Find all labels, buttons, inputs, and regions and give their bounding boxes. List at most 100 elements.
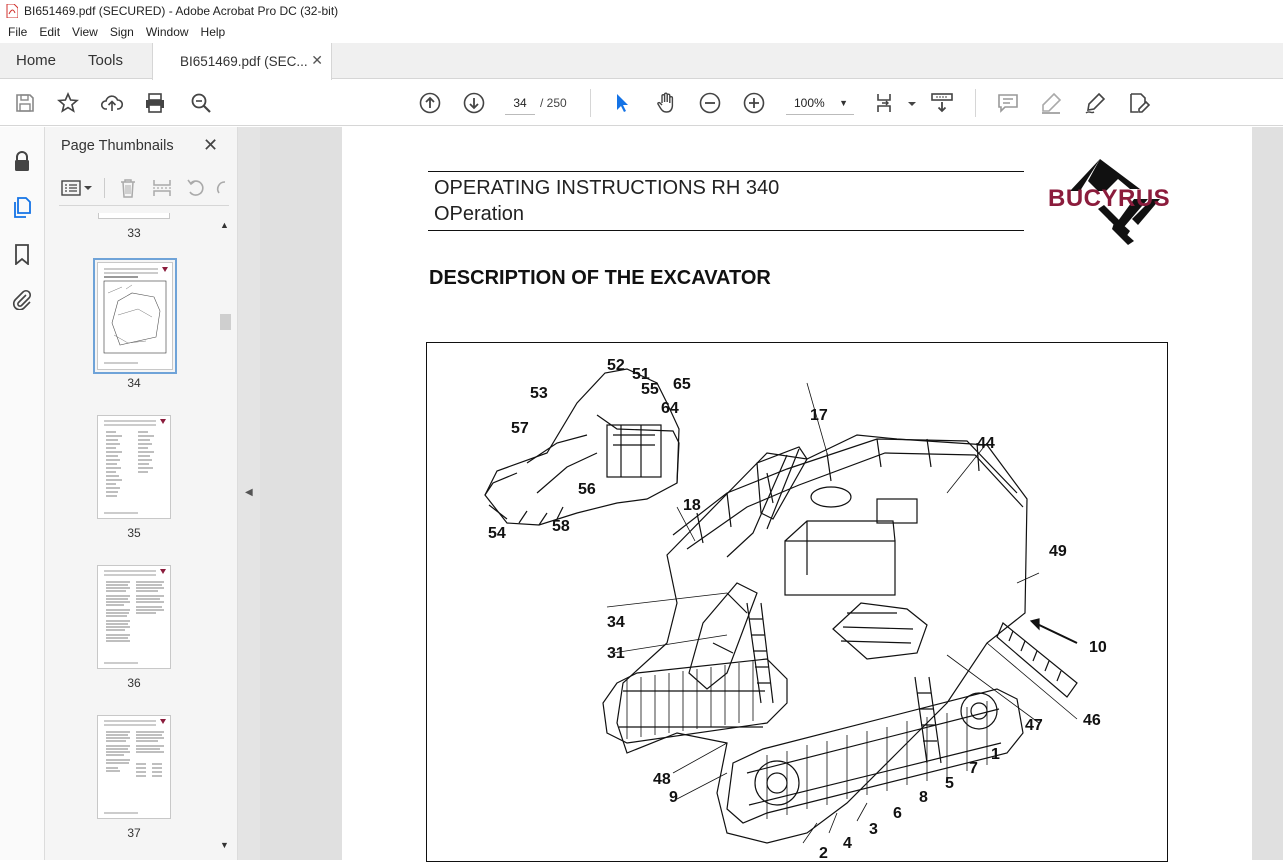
collapse-left-icon[interactable]: ◀ bbox=[245, 487, 253, 498]
callout-6: 6 bbox=[893, 805, 902, 822]
page-fit-dropdown-icon[interactable] bbox=[900, 91, 916, 115]
save-icon[interactable] bbox=[13, 91, 37, 115]
callout-47: 47 bbox=[1025, 717, 1043, 734]
thumbnail-page-36[interactable] bbox=[97, 565, 171, 669]
edit-pdf-icon[interactable] bbox=[1127, 91, 1151, 115]
scroll-mode-icon[interactable] bbox=[930, 91, 954, 115]
thumbnail-label-35: 35 bbox=[127, 526, 141, 540]
select-cursor-icon[interactable] bbox=[610, 91, 634, 115]
pdf-page: OPERATING INSTRUCTIONS RH 340 OPeration … bbox=[342, 127, 1252, 862]
hand-tool-icon[interactable] bbox=[654, 91, 678, 115]
thumbnail-label-37: 37 bbox=[127, 826, 141, 840]
star-icon[interactable] bbox=[56, 91, 80, 115]
thumbnail-label-34: 34 bbox=[127, 376, 141, 390]
callout-56: 56 bbox=[578, 481, 596, 498]
page-fit-icon[interactable] bbox=[874, 91, 898, 115]
header-rule-bottom bbox=[428, 230, 1024, 231]
callout-55: 55 bbox=[641, 381, 659, 398]
comment-icon[interactable] bbox=[996, 91, 1020, 115]
thumbnail-page-37[interactable] bbox=[97, 715, 171, 819]
zoom-search-icon[interactable] bbox=[189, 91, 213, 115]
close-tab-icon[interactable]: ✕ bbox=[311, 52, 323, 69]
scrollbar-thumb[interactable] bbox=[220, 314, 231, 330]
options-menu-icon[interactable] bbox=[61, 177, 83, 199]
thumbnail-preview-35 bbox=[104, 419, 166, 514]
options-dropdown-icon[interactable] bbox=[83, 177, 93, 199]
callout-7: 7 bbox=[969, 760, 978, 777]
bucyrus-logo: BUCYRUS bbox=[1048, 159, 1192, 247]
total-pages: / 250 bbox=[540, 96, 567, 110]
thumbnail-label-33: 33 bbox=[127, 226, 141, 240]
tab-document[interactable]: BI651469.pdf (SEC... ✕ bbox=[152, 43, 332, 80]
header-rule-top bbox=[428, 171, 1024, 172]
callout-9: 9 bbox=[669, 789, 678, 806]
zoom-in-icon[interactable] bbox=[742, 91, 766, 115]
logo-text: BUCYRUS bbox=[1048, 185, 1171, 212]
thumbnail-preview-34 bbox=[103, 267, 168, 364]
menu-view[interactable]: View bbox=[66, 22, 104, 43]
zoom-value: 100% bbox=[794, 96, 825, 110]
delete-icon[interactable] bbox=[117, 177, 139, 199]
callout-64: 64 bbox=[661, 400, 679, 417]
rotate-ccw-icon[interactable] bbox=[185, 177, 207, 199]
callout-17: 17 bbox=[810, 407, 828, 424]
thumbnail-page-33-edge[interactable] bbox=[98, 213, 170, 219]
page-number-input[interactable]: 34 bbox=[505, 91, 535, 115]
close-panel-icon[interactable]: ✕ bbox=[203, 135, 218, 156]
title-bar: BI651469.pdf (SECURED) - Adobe Acrobat P… bbox=[0, 0, 1283, 22]
callout-53: 53 bbox=[530, 385, 548, 402]
page-thumbnails-icon[interactable] bbox=[11, 196, 33, 218]
thumbnail-page-34[interactable] bbox=[93, 258, 177, 374]
tab-bar: Home Tools BI651469.pdf (SEC... ✕ bbox=[0, 43, 1283, 80]
thumbnail-label-36: 36 bbox=[127, 676, 141, 690]
menu-file[interactable]: File bbox=[2, 22, 33, 43]
callout-31: 31 bbox=[607, 645, 625, 662]
callout-3: 3 bbox=[869, 821, 878, 838]
callout-58: 58 bbox=[552, 518, 570, 535]
extract-pages-icon[interactable] bbox=[151, 177, 173, 199]
thumbnail-preview-37 bbox=[104, 719, 166, 814]
callout-44: 44 bbox=[977, 435, 995, 452]
print-icon[interactable] bbox=[143, 91, 167, 115]
callout-2: 2 bbox=[819, 845, 828, 862]
callout-4: 4 bbox=[843, 835, 852, 852]
thumbnail-preview-36 bbox=[104, 569, 166, 664]
section-title: DESCRIPTION OF THE EXCAVATOR bbox=[429, 267, 771, 289]
menu-edit[interactable]: Edit bbox=[33, 22, 66, 43]
next-page-icon[interactable] bbox=[462, 91, 486, 115]
callout-8: 8 bbox=[919, 789, 928, 806]
tab-document-label: BI651469.pdf (SEC... bbox=[180, 54, 308, 69]
cloud-upload-icon[interactable] bbox=[100, 91, 124, 115]
excavator-diagram: 52 51 55 65 53 64 57 56 54 58 17 44 18 4… bbox=[426, 342, 1168, 862]
callout-54: 54 bbox=[488, 525, 506, 542]
doc-header-subtitle: OPeration bbox=[434, 203, 525, 225]
bookmark-icon[interactable] bbox=[11, 243, 33, 265]
callout-65: 65 bbox=[673, 376, 691, 393]
menu-window[interactable]: Window bbox=[140, 22, 195, 43]
tab-tools[interactable]: Tools bbox=[88, 43, 123, 79]
sign-icon[interactable] bbox=[1083, 91, 1107, 115]
callout-18: 18 bbox=[683, 497, 701, 514]
callout-5: 5 bbox=[945, 775, 954, 792]
thumbnail-page-35[interactable] bbox=[97, 415, 171, 519]
highlight-pen-icon[interactable] bbox=[1039, 91, 1063, 115]
menu-bar: File Edit View Sign Window Help bbox=[0, 22, 1283, 43]
panel-collapse-bar[interactable]: ◀ bbox=[238, 127, 260, 860]
callout-57: 57 bbox=[511, 420, 529, 437]
callout-34: 34 bbox=[607, 614, 625, 631]
menu-help[interactable]: Help bbox=[195, 22, 232, 43]
lock-icon[interactable] bbox=[11, 150, 33, 172]
rotate-cw-icon[interactable] bbox=[215, 177, 227, 199]
doc-header-title: OPERATING INSTRUCTIONS RH 340 bbox=[434, 177, 780, 199]
chevron-down-icon: ▼ bbox=[839, 98, 848, 108]
zoom-out-icon[interactable] bbox=[698, 91, 722, 115]
tab-home[interactable]: Home bbox=[16, 43, 56, 79]
callout-49: 49 bbox=[1049, 543, 1067, 560]
left-rail bbox=[0, 127, 45, 860]
menu-sign[interactable]: Sign bbox=[104, 22, 140, 43]
attachment-icon[interactable] bbox=[11, 288, 33, 310]
zoom-select[interactable]: 100% ▼ bbox=[786, 91, 854, 115]
panel-title: Page Thumbnails bbox=[61, 138, 174, 154]
previous-page-icon[interactable] bbox=[418, 91, 442, 115]
document-view[interactable]: OPERATING INSTRUCTIONS RH 340 OPeration … bbox=[260, 127, 1283, 862]
